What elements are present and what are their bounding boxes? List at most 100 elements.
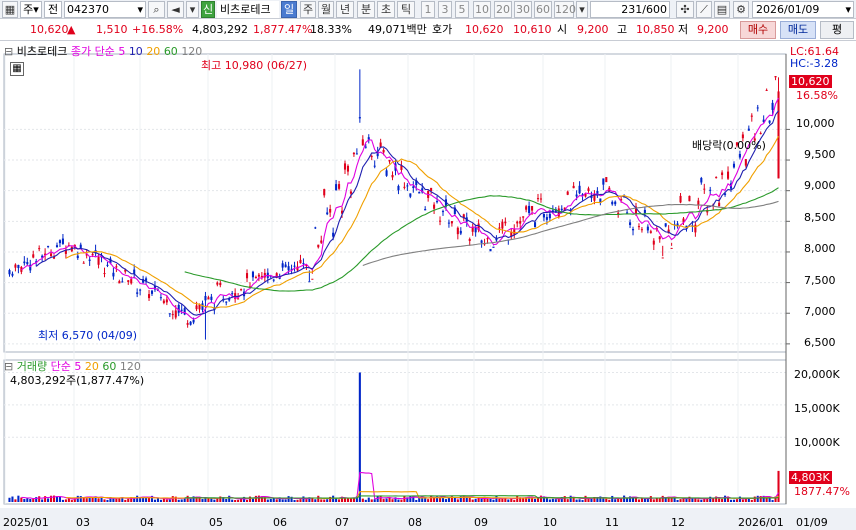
ma-label: 종가 단순	[70, 45, 115, 58]
low-annotation: 최저 6,570 (04/09)	[38, 329, 138, 342]
speaker-icon[interactable]: ◄	[167, 1, 184, 18]
candle-body	[103, 273, 106, 275]
candle-body	[492, 246, 495, 248]
minute-1[interactable]: 1	[421, 1, 435, 18]
minute-60[interactable]: 60	[534, 1, 552, 18]
volume-bar	[495, 495, 498, 502]
candle-body	[204, 295, 207, 301]
minute-120[interactable]: 120	[554, 1, 576, 18]
chart-icon[interactable]: ▦	[2, 1, 18, 18]
eval-button[interactable]: 평	[820, 21, 854, 39]
candle-body	[646, 226, 649, 231]
candle-body	[115, 266, 118, 268]
candle-body	[777, 91, 780, 179]
candle-body	[174, 310, 177, 318]
candle-body	[180, 309, 183, 311]
volume-header-name: 거래량	[16, 360, 48, 373]
high-label: 고	[617, 23, 628, 36]
volume-bar	[501, 498, 504, 502]
minute-20[interactable]: 20	[494, 1, 512, 18]
volume-ma120-label: 120	[119, 360, 141, 373]
search-icon[interactable]: ⌕	[148, 1, 165, 18]
volume-bar	[765, 498, 768, 502]
jeon-button[interactable]: 전	[44, 1, 62, 18]
candle-body	[171, 314, 174, 316]
volume-bar	[712, 498, 715, 502]
volume-bar	[596, 498, 599, 502]
period-second[interactable]: 초	[377, 1, 395, 18]
price-axis-label: 6,500	[804, 336, 836, 349]
menu-icon[interactable]: ▾	[186, 1, 199, 18]
candle-body	[519, 221, 522, 224]
volume-bar	[55, 496, 59, 502]
draw-icon[interactable]: ⟋	[696, 1, 712, 18]
minute-10[interactable]: 10	[473, 1, 491, 18]
candle-body	[284, 264, 287, 268]
volume-bar	[124, 499, 127, 502]
volume-bar	[251, 498, 255, 502]
volume-collapse-icon[interactable]: ⊟	[4, 360, 13, 373]
volume-bar	[732, 499, 736, 502]
minute-3[interactable]: 3	[438, 1, 452, 18]
volume-bar	[269, 498, 272, 502]
volume-bar	[343, 498, 347, 502]
volume-bar	[254, 495, 257, 502]
candle-body	[513, 229, 516, 235]
scroll-down-icon[interactable]: ▾	[576, 1, 588, 18]
type-select[interactable]: 주▾	[20, 1, 42, 18]
minute-5[interactable]: 5	[455, 1, 469, 18]
candle-body	[257, 274, 260, 277]
candle-body	[611, 201, 614, 205]
x-axis-label: 09	[474, 516, 488, 529]
code-input[interactable]: 042370 ▾	[64, 1, 146, 18]
period-week[interactable]: 주	[300, 1, 316, 18]
volume-bar	[623, 495, 626, 502]
candle-body	[168, 313, 171, 315]
candle-body	[118, 281, 121, 284]
candle-body	[759, 133, 762, 135]
period-year[interactable]: 년	[336, 1, 354, 18]
candle-body	[441, 211, 445, 213]
volume-bar	[136, 495, 139, 502]
chart-area: ⊟ 비츠로테크 종가 단순 5 10 20 60 120 ▦ LC:61.64 …	[0, 42, 856, 530]
sell-button[interactable]: 매도	[780, 21, 816, 39]
buy-button[interactable]: 매수	[740, 21, 776, 39]
volume-ma5-label: 5	[74, 360, 82, 373]
volume-bar	[352, 498, 355, 502]
candle-body	[58, 240, 62, 244]
crosshair-icon[interactable]: ✣	[676, 1, 694, 18]
chart-canvas[interactable]	[0, 42, 856, 530]
candle-body	[715, 177, 718, 179]
grid-icon[interactable]: ▦	[10, 62, 24, 76]
candle-body	[409, 193, 412, 197]
candle-body	[293, 265, 296, 267]
candle-body	[26, 262, 29, 265]
volume-bar	[106, 499, 109, 502]
info-badge[interactable]: 신	[201, 1, 215, 18]
period-day[interactable]: 일	[281, 1, 297, 18]
period-minute[interactable]: 분	[357, 1, 375, 18]
candle-body	[459, 230, 462, 234]
ma120-label: 120	[181, 45, 203, 58]
count-field[interactable]: 231/600	[590, 1, 670, 18]
candle-body	[97, 257, 100, 265]
date-field[interactable]: 2026/01/09 ▾	[752, 1, 854, 18]
candle-body	[317, 244, 320, 248]
candle-body	[658, 236, 661, 240]
candle-body	[216, 282, 219, 285]
period-month[interactable]: 월	[318, 1, 334, 18]
candle-body	[50, 253, 53, 256]
volume-bar	[159, 499, 162, 502]
settings-icon[interactable]: ⚙	[733, 1, 749, 18]
price-axis-label: 8,000	[804, 242, 836, 255]
high-price: 10,850	[636, 23, 675, 36]
volume-bar	[61, 499, 64, 502]
volume-bar	[474, 498, 477, 502]
collapse-icon[interactable]: ⊟	[4, 45, 13, 58]
save-icon[interactable]: ▤	[714, 1, 730, 18]
volume-bar	[70, 500, 73, 502]
minute-30[interactable]: 30	[514, 1, 532, 18]
candle-body	[747, 128, 750, 131]
volume-bar	[581, 500, 584, 502]
period-tick[interactable]: 틱	[397, 1, 415, 18]
